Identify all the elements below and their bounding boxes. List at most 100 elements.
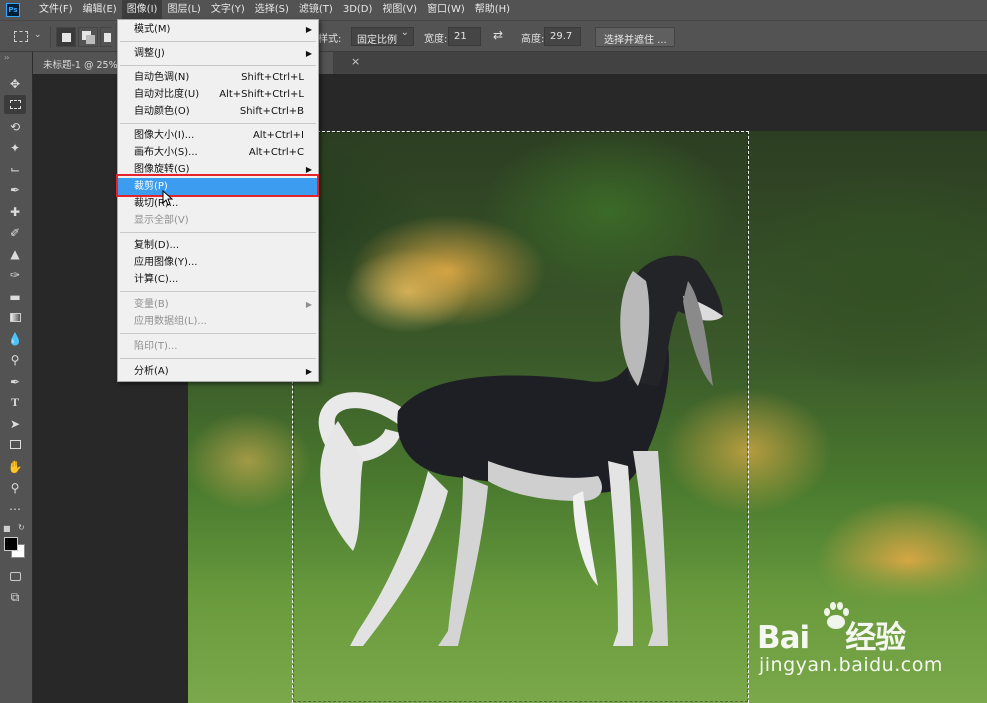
tool-preset-icon[interactable] bbox=[14, 31, 28, 42]
menu-item-label: 图像大小(I)... bbox=[134, 130, 195, 141]
select-and-mask-button[interactable]: 选择并遮住 ... bbox=[595, 27, 675, 47]
menu-item-apply-image[interactable]: 应用图像(Y)... bbox=[118, 254, 318, 271]
menu-item-trim[interactable]: 裁切(R)... bbox=[118, 195, 318, 212]
menu-item-auto-tone[interactable]: 自动色调(N) Shift+Ctrl+L bbox=[118, 69, 318, 86]
close-tab-icon[interactable]: × bbox=[351, 55, 360, 68]
blur-icon[interactable]: 💧 bbox=[4, 329, 26, 348]
clone-stamp-icon[interactable]: ▲ bbox=[4, 244, 26, 263]
menu-separator bbox=[120, 65, 316, 66]
menu-item-auto-color[interactable]: 自动颜色(O) Shift+Ctrl+B bbox=[118, 103, 318, 120]
rectangle-shape-icon[interactable] bbox=[4, 435, 26, 454]
menu-item-label: 自动色调(N) bbox=[134, 72, 190, 83]
healing-brush-icon[interactable]: ✚ bbox=[4, 202, 26, 221]
menu-item-label: 自动颜色(O) bbox=[134, 106, 190, 117]
menu-item-shortcut: Shift+Ctrl+L bbox=[241, 72, 304, 83]
brush-icon[interactable]: ✐ bbox=[4, 223, 26, 242]
menu-layer[interactable]: 图层(L) bbox=[162, 0, 205, 20]
selection-marquee[interactable] bbox=[292, 131, 749, 703]
photoshop-logo: Ps bbox=[6, 3, 20, 17]
menu-item-calculations[interactable]: 计算(C)... bbox=[118, 271, 318, 288]
annotation-highlight-box bbox=[116, 174, 319, 197]
default-colors-icon[interactable]: ■ bbox=[3, 524, 11, 533]
menu-3d[interactable]: 3D(D) bbox=[338, 0, 378, 20]
menu-filter[interactable]: 滤镜(T) bbox=[294, 0, 338, 20]
menu-help[interactable]: 帮助(H) bbox=[470, 0, 515, 20]
add-selection-mode-button[interactable] bbox=[78, 27, 98, 47]
baidu-jingyan-watermark: Bai 经验 jingyan.baidu.com bbox=[757, 602, 987, 682]
menu-item-label: 调整(J) bbox=[134, 48, 165, 59]
pen-icon[interactable]: ✒ bbox=[4, 372, 26, 391]
eyedropper-icon[interactable]: ✒ bbox=[4, 180, 26, 199]
menu-separator bbox=[120, 333, 316, 334]
path-select-icon[interactable]: ➤ bbox=[4, 414, 26, 433]
move-icon[interactable]: ✥ bbox=[4, 74, 26, 93]
history-brush-icon[interactable]: ✑ bbox=[4, 265, 26, 284]
gradient-icon[interactable] bbox=[4, 308, 26, 327]
menu-item-analysis[interactable]: 分析(A) ▶ bbox=[118, 363, 318, 380]
swap-colors-icon[interactable]: ↻ bbox=[18, 523, 25, 532]
menu-item-label: 复制(D)... bbox=[134, 240, 180, 251]
menu-window[interactable]: 窗口(W) bbox=[422, 0, 470, 20]
menu-view[interactable]: 视图(V) bbox=[377, 0, 422, 20]
more-tools-icon[interactable]: ⋯ bbox=[4, 499, 26, 518]
style-label: 样式: bbox=[318, 34, 342, 45]
magic-wand-icon[interactable]: ✦ bbox=[4, 138, 26, 157]
menu-select[interactable]: 选择(S) bbox=[250, 0, 294, 20]
menu-item-shortcut: Alt+Ctrl+I bbox=[252, 130, 304, 141]
mouse-cursor-icon bbox=[162, 190, 174, 206]
menu-item-label: 分析(A) bbox=[134, 366, 169, 377]
menu-item-label: 自动对比度(U) bbox=[134, 89, 200, 100]
crop-icon[interactable]: ⌙ bbox=[4, 159, 26, 178]
menu-item-label: 计算(C)... bbox=[134, 274, 179, 285]
menu-item-label: 显示全部(V) bbox=[134, 215, 189, 226]
menu-file[interactable]: 文件(F) bbox=[34, 0, 78, 20]
menu-item-label: 应用数据组(L)... bbox=[134, 316, 207, 327]
menu-type[interactable]: 文字(Y) bbox=[206, 0, 250, 20]
height-field[interactable]: 29.7 bbox=[544, 27, 581, 46]
options-divider bbox=[50, 26, 51, 48]
new-selection-mode-button[interactable] bbox=[56, 27, 76, 47]
submenu-arrow-icon: ▶ bbox=[305, 49, 312, 58]
submenu-arrow-icon: ▶ bbox=[305, 25, 312, 34]
rect-marquee-icon[interactable] bbox=[4, 95, 26, 114]
menu-separator bbox=[120, 41, 316, 42]
panel-grip-icon[interactable]: ›› bbox=[4, 53, 10, 62]
swap-dimensions-icon[interactable]: ⇄ bbox=[493, 28, 503, 42]
subtract-selection-mode-button[interactable] bbox=[100, 27, 112, 47]
menu-separator bbox=[120, 358, 316, 359]
style-select[interactable]: 固定比例 bbox=[351, 27, 414, 46]
menu-item-duplicate[interactable]: 复制(D)... bbox=[118, 237, 318, 254]
menu-item-trap: 陷印(T)... bbox=[118, 338, 318, 355]
menu-item-label: 画布大小(S)... bbox=[134, 147, 198, 158]
menu-image[interactable]: 图像(I) bbox=[121, 0, 163, 20]
menu-item-reveal-all: 显示全部(V) bbox=[118, 212, 318, 229]
menu-item-adjustments[interactable]: 调整(J) ▶ bbox=[118, 45, 318, 62]
menu-item-label: 模式(M) bbox=[134, 24, 171, 35]
zoom-icon[interactable]: ⚲ bbox=[4, 478, 26, 497]
lasso-icon[interactable]: ⟲ bbox=[4, 117, 26, 136]
menu-item-mode[interactable]: 模式(M) ▶ bbox=[118, 21, 318, 38]
chevron-down-icon[interactable]: ⌄ bbox=[34, 30, 42, 40]
menu-item-shortcut: Alt+Ctrl+C bbox=[248, 147, 304, 158]
eraser-icon[interactable]: ▬ bbox=[4, 287, 26, 306]
screen-mode-icon[interactable]: ⧉ bbox=[4, 588, 26, 607]
dodge-icon[interactable]: ⚲ bbox=[4, 350, 26, 369]
watermark-brand-left: Bai bbox=[757, 620, 810, 656]
foreground-color-swatch[interactable] bbox=[4, 537, 18, 551]
menu-item-variables: 变量(B) ▶ bbox=[118, 296, 318, 313]
menu-item-image-size[interactable]: 图像大小(I)... Alt+Ctrl+I bbox=[118, 127, 318, 144]
hand-icon[interactable]: ✋ bbox=[4, 457, 26, 476]
menu-item-canvas-size[interactable]: 画布大小(S)... Alt+Ctrl+C bbox=[118, 144, 318, 161]
quick-mask-icon[interactable] bbox=[4, 567, 26, 586]
type-icon[interactable]: T bbox=[4, 393, 26, 412]
menu-edit[interactable]: 编辑(E) bbox=[78, 0, 122, 20]
menu-item-auto-contrast[interactable]: 自动对比度(U) Alt+Shift+Ctrl+L bbox=[118, 86, 318, 103]
watermark-url: jingyan.baidu.com bbox=[759, 654, 943, 676]
image-menu-dropdown: 模式(M) ▶ 调整(J) ▶ 自动色调(N) Shift+Ctrl+L 自动对比度(… bbox=[117, 19, 319, 382]
menu-item-shortcut: Alt+Shift+Ctrl+L bbox=[219, 89, 304, 100]
baidu-paw-icon bbox=[824, 602, 849, 629]
menu-item-label: 应用图像(Y)... bbox=[134, 257, 198, 268]
menu-separator bbox=[120, 123, 316, 124]
width-field[interactable]: 21 bbox=[448, 27, 481, 46]
watermark-brand-right: 经验 bbox=[845, 620, 906, 656]
